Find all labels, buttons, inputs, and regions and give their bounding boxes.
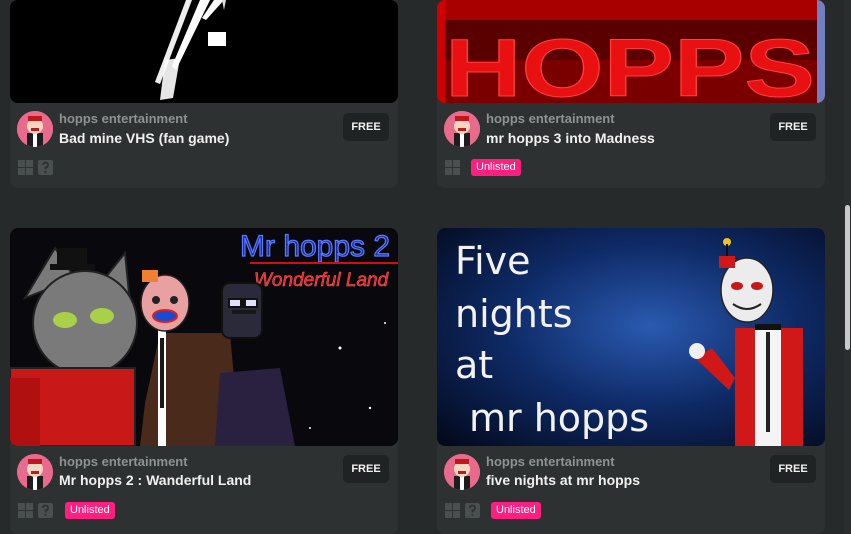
unknown-platform-icon [465,503,480,518]
thumbnail-art [10,0,398,103]
game-title-link[interactable]: mr hopps 3 into Madness [486,130,655,146]
author-link[interactable]: hopps entertainment [486,454,615,469]
platform-icons [444,502,481,519]
thumbnail-line-1: Five [455,239,531,283]
game-thumbnail[interactable]: Mr hopps 2 Wonderful Land [10,228,398,446]
platform-icons [444,159,461,176]
thumbnail-logo-text: HOPPS [445,23,815,103]
thumbnail-art: Five nights at mr hopps [437,228,825,446]
price-badge: FREE [343,455,389,483]
platform-icons [17,502,54,519]
author-link[interactable]: hopps entertainment [59,454,188,469]
scrollbar-thumb[interactable] [845,205,850,350]
game-title-link[interactable]: Mr hopps 2 : Wanderful Land [59,472,251,488]
author-link[interactable]: hopps entertainment [486,111,615,126]
platform-icons [17,159,54,176]
author-avatar[interactable] [17,454,53,490]
author-avatar[interactable] [17,111,53,147]
windows-icon [18,503,33,518]
author-avatar[interactable] [444,454,480,490]
thumbnail-art: Mr hopps 2 Wonderful Land [10,228,398,446]
unlisted-badge: Unlisted [65,502,115,519]
game-thumbnail[interactable]: HOPPS [437,0,825,103]
game-thumbnail[interactable]: Five nights at mr hopps [437,228,825,446]
unknown-platform-icon [38,503,53,518]
windows-icon [445,160,460,175]
unlisted-badge: Unlisted [471,159,521,176]
price-badge: FREE [770,455,816,483]
thumbnail-line-4: mr hopps [469,396,649,440]
author-avatar[interactable] [444,111,480,147]
author-link[interactable]: hopps entertainment [59,111,188,126]
game-card-bad-mine-vhs[interactable]: hopps entertainment Bad mine VHS (fan ga… [10,0,398,188]
game-card-mr-hopps-3[interactable]: HOPPS hopps entertainment mr hopps 3 int… [437,0,825,188]
game-title-link[interactable]: Bad mine VHS (fan game) [59,130,229,146]
thumbnail-line-2: nights [455,292,573,336]
windows-icon [18,160,33,175]
unknown-platform-icon [38,160,53,175]
thumbnail-subtitle-text: Wonderful Land [254,270,390,291]
game-card-mr-hopps-2[interactable]: Mr hopps 2 Wonderful Land hopps entertai… [10,228,398,534]
game-card-five-nights-at-mr-hopps[interactable]: Five nights at mr hopps hopps entertainm… [437,228,825,534]
game-thumbnail[interactable] [10,0,398,103]
unlisted-badge: Unlisted [491,502,541,519]
windows-icon [445,503,460,518]
thumbnail-title-text: Mr hopps 2 [240,230,390,263]
price-badge: FREE [343,113,389,141]
thumbnail-line-3: at [455,343,493,387]
game-title-link[interactable]: five nights at mr hopps [486,472,640,488]
thumbnail-art: HOPPS [437,0,825,103]
price-badge: FREE [770,113,816,141]
